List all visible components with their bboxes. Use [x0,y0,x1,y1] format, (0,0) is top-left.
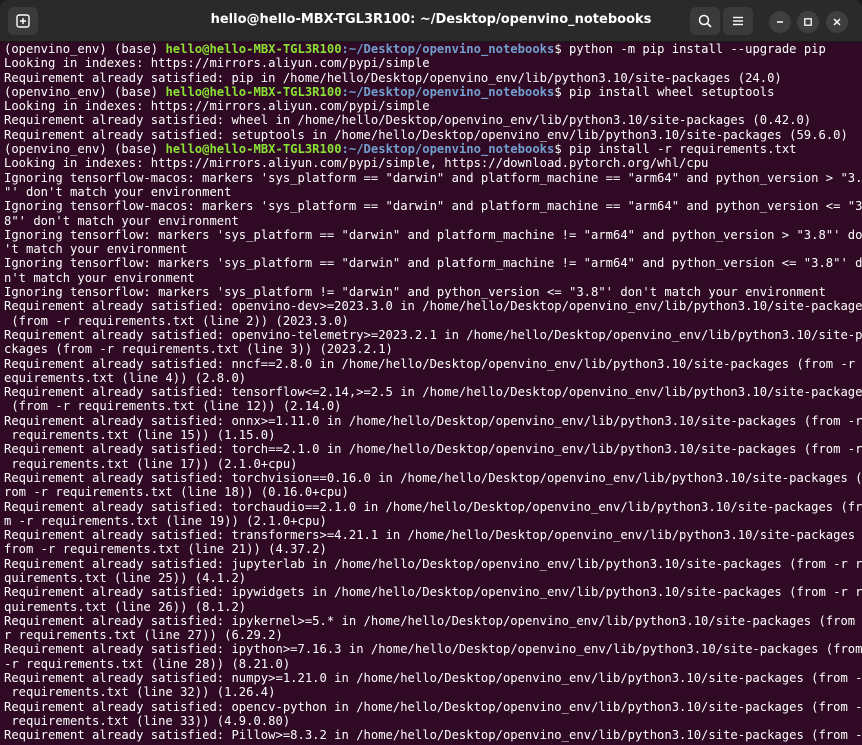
output-line: Ignoring tensorflow-macos: markers 'sys_… [4,199,862,214]
output-line: Ignoring tensorflow: markers 'sys_platfo… [4,227,862,242]
command-text: pip install -r requirements.txt [569,142,797,157]
output-line: Requirement already satisfied: Pillow>=8… [4,728,862,743]
output-line: quirements.txt (line 25)) (4.1.2) [4,570,247,585]
output-line: requirements.txt (line 17)) (2.1.0+cpu) [4,456,298,471]
close-icon [833,18,841,26]
output-line: Looking in indexes: https://mirrors.aliy… [4,56,430,71]
output-line: requirements.txt (line 32)) (1.26.4) [4,685,276,700]
output-line: Requirement already satisfied: torchvisi… [4,470,862,485]
output-line: 8"' don't match your environment [4,213,239,228]
prompt-symbol: $ [554,84,570,99]
output-line: Requirement already satisfied: numpy>=1.… [4,671,862,686]
command-line: (openvino_env) (base) hello@hello-MBX-TG… [4,85,858,99]
command-line: (openvino_env) (base) hello@hello-MBX-TG… [4,42,858,56]
maximize-button[interactable] [797,11,819,33]
search-icon [698,14,712,28]
output-line: Requirement already satisfied: torchaudi… [4,499,862,514]
output-line: Requirement already satisfied: nncf==2.8… [4,356,862,371]
output-line: Requirement already satisfied: tensorflo… [4,385,862,400]
output-line: Requirement already satisfied: transform… [4,528,862,543]
prompt-user-host: hello@hello-MBX-TGL3R100 [165,142,342,157]
new-tab-button[interactable] [8,7,38,35]
output-line: Requirement already satisfied: ipython>=… [4,642,862,657]
output-line: Requirement already satisfied: torch==2.… [4,442,862,457]
output-line: r requirements.txt (line 27)) (6.29.2) [4,628,283,643]
output-line: Requirement already satisfied: jupyterla… [4,556,862,571]
output-line: requirements.txt (line 33)) (4.9.0.80) [4,713,291,728]
prompt-env: (openvino_env) (base) [4,42,166,56]
output-line: Requirement already satisfied: pip in /h… [4,70,782,85]
output-line: quirements.txt (line 26)) (8.1.2) [4,599,247,614]
prompt-user-host: hello@hello-MBX-TGL3R100 [165,84,342,99]
title-bar[interactable]: hello@hello-MBX-TGL3R100: ~/Desktop/open… [0,0,862,42]
prompt-env: (openvino_env) (base) [4,142,166,157]
new-tab-icon [16,14,30,28]
output-line: "' don't match your environment [4,184,232,199]
output-line: Requirement already satisfied: onnx>=1.1… [4,413,862,428]
output-line: Requirement already satisfied: opencv-py… [4,699,862,714]
output-line: Requirement already satisfied: ipywidget… [4,585,862,600]
prompt-env: (openvino_env) (base) [4,84,166,99]
output-line: Requirement already satisfied: openvino-… [4,327,862,342]
output-line: requirements.txt (line 15)) (1.15.0) [4,428,276,443]
output-line: rom -r requirements.txt (line 18)) (0.16… [4,485,349,500]
output-line: Ignoring tensorflow: markers 'sys_platfo… [4,285,826,300]
close-button[interactable] [826,11,848,33]
output-line: Requirement already satisfied: openvino-… [4,299,862,314]
command-text: pip install wheel setuptools [569,84,775,99]
prompt-path: :~/Desktop/openvino_notebooks [341,84,555,99]
terminal-output[interactable]: (openvino_env) (base) hello@hello-MBX-TG… [0,42,862,745]
output-line: m -r requirements.txt (line 19)) (2.1.0+… [4,513,327,528]
terminal-window: hello@hello-MBX-TGL3R100: ~/Desktop/open… [0,0,862,745]
minimize-icon [777,21,783,23]
output-line: (from -r requirements.txt (line 2)) (202… [4,313,349,328]
command-line: (openvino_env) (base) hello@hello-MBX-TG… [4,142,858,156]
prompt-symbol: $ [554,42,570,56]
prompt-path: :~/Desktop/openvino_notebooks [341,42,555,56]
maximize-icon [804,18,812,26]
output-line: Requirement already satisfied: setuptool… [4,127,848,142]
output-line: (from -r requirements.txt (line 12)) (2.… [4,399,342,414]
output-line: Looking in indexes: https://mirrors.aliy… [4,156,709,171]
output-line: from -r requirements.txt (line 21)) (4.3… [4,542,327,557]
prompt-path: :~/Desktop/openvino_notebooks [341,142,555,157]
output-line: 't match your environment [4,242,188,257]
output-line: Ignoring tensorflow: markers 'sys_platfo… [4,256,862,271]
output-line: -r requirements.txt (line 28)) (8.21.0) [4,656,291,671]
output-line: Requirement already satisfied: ipykernel… [4,613,862,628]
prompt-user-host: hello@hello-MBX-TGL3R100 [165,42,342,56]
output-line: ckages (from -r requirements.txt (line 3… [4,342,393,357]
search-button[interactable] [690,7,720,35]
hamburger-menu-icon [733,16,743,26]
prompt-symbol: $ [554,142,570,157]
output-line: Looking in indexes: https://mirrors.aliy… [4,99,430,114]
command-text: python -m pip install --upgrade pip [569,42,826,56]
menu-button[interactable] [723,7,753,35]
output-line: Ignoring tensorflow-macos: markers 'sys_… [4,170,862,185]
output-line: n't match your environment [4,270,195,285]
output-line: Requirement already satisfied: wheel in … [4,113,812,128]
output-line: equirements.txt (line 4)) (2.8.0) [4,370,247,385]
minimize-button[interactable] [769,11,791,33]
